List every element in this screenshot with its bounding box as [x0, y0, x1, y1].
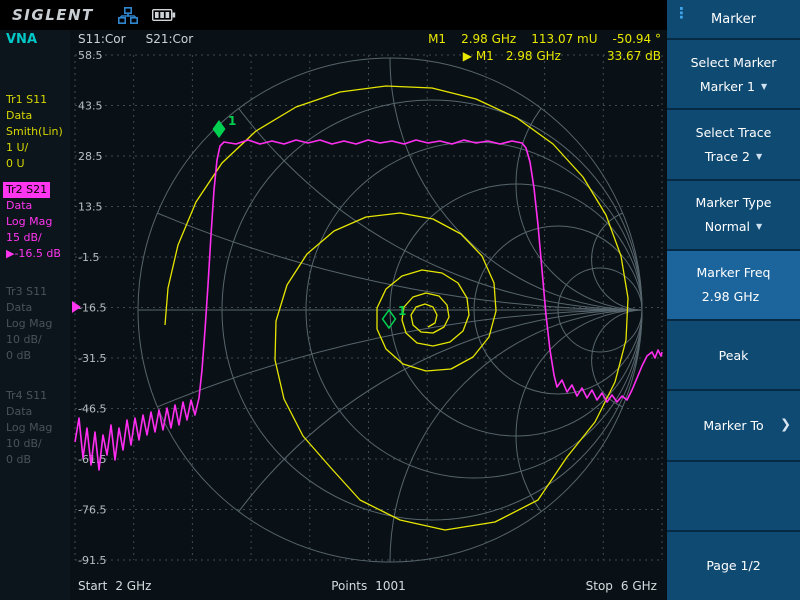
trace-title: Tr3 S11 [6, 284, 70, 300]
marker-label: 1 [398, 304, 406, 318]
trace-info-tr3[interactable]: Tr3 S11 Data Log Mag 10 dB/ 0 dB [6, 284, 70, 364]
svg-text:-1.5: -1.5 [78, 251, 99, 264]
svg-text:-76.5: -76.5 [78, 504, 106, 517]
svg-text:13.5: 13.5 [78, 201, 103, 214]
trace-title: Tr4 S11 [6, 388, 70, 404]
menu-item-marker-freq[interactable]: Marker Freq 2.98 GHz [667, 249, 800, 319]
chevron-right-icon: ❯ [780, 418, 791, 433]
battery-icon [152, 8, 176, 22]
vna-screen: SIGLENT VNA Tr1 S11 [0, 0, 800, 600]
smith-chart-plot: 58.543.528.513.5-1.5-16.5-31.5-46.5-61.5… [70, 30, 667, 600]
svg-text:43.5: 43.5 [78, 100, 103, 113]
chevron-down-icon: ▼ [756, 152, 762, 161]
marker1-readout-tr1: M1 2.98 GHz 113.07 mU -50.94 ° [428, 32, 661, 46]
svg-text:-91.5: -91.5 [78, 554, 106, 567]
menu-header: ⋮ Marker [667, 0, 800, 38]
menu-item-page[interactable]: Page 1/2 [667, 530, 800, 600]
svg-text:58.5: 58.5 [78, 49, 103, 62]
svg-text:-16.5: -16.5 [78, 302, 106, 315]
lan-icon [118, 7, 138, 24]
marker-diamond [383, 310, 396, 328]
chevron-down-icon: ▼ [756, 222, 762, 231]
trace-info-tr1[interactable]: Tr1 S11 Data Smith(Lin) 1 U/ 0 U [6, 92, 70, 172]
menu-item-marker-type[interactable]: Marker Type Normal▼ [667, 179, 800, 249]
s11-cor-status: S11:Cor [78, 32, 126, 46]
mode-label: VNA [6, 32, 70, 48]
menu-title: Marker [711, 12, 756, 27]
marker-label: 1 [228, 114, 236, 128]
svg-text:28.5: 28.5 [78, 150, 103, 163]
softkey-menu: ⋮ Marker Select Marker Marker 1▼ Select … [667, 0, 800, 600]
trace-tr1 [165, 86, 628, 530]
trace-title: Tr2 S21 [3, 182, 50, 198]
stop-freq: Stop6 GHz [586, 579, 657, 593]
marker-diamond [213, 120, 226, 138]
menu-item-marker-to[interactable]: Marker To ❯ [667, 389, 800, 459]
start-freq: Start2 GHz [78, 579, 151, 593]
status-bar: S11:Cor S21:Cor M1 2.98 GHz 113.07 mU -5… [78, 32, 661, 46]
menu-item-select-trace[interactable]: Select Trace Trace 2▼ [667, 108, 800, 178]
menu-item-peak[interactable]: Peak [667, 319, 800, 389]
trace-info-tr2[interactable]: Tr2 S21 Data Log Mag 15 dB/ ▶-16.5 dB [6, 182, 70, 262]
y-axis-labels: 58.543.528.513.5-1.5-16.5-31.5-46.5-61.5… [78, 49, 106, 567]
sweep-info-bar: Start2 GHz Points1001 Stop6 GHz [78, 579, 657, 593]
sweep-points: Points1001 [331, 579, 406, 593]
menu-grip-icon: ⋮ [674, 8, 689, 18]
menu-item-blank[interactable] [667, 460, 800, 530]
marker1-readout-tr2: ▶ M1 2.98 GHz 33.67 dB [463, 49, 661, 63]
chevron-down-icon: ▼ [761, 82, 767, 91]
plot-area: S11:Cor S21:Cor M1 2.98 GHz 113.07 mU -5… [70, 30, 667, 600]
svg-text:-46.5: -46.5 [78, 403, 106, 416]
trace-info-tr4[interactable]: Tr4 S11 Data Log Mag 10 dB/ 0 dB [6, 388, 70, 468]
svg-text:-31.5: -31.5 [78, 352, 106, 365]
siglent-logo: SIGLENT [12, 6, 94, 24]
menu-item-select-marker[interactable]: Select Marker Marker 1▼ [667, 38, 800, 108]
trace-title: Tr1 S11 [6, 92, 70, 108]
s21-cor-status: S21:Cor [146, 32, 194, 46]
top-bar: SIGLENT [0, 0, 667, 30]
rect-grid [75, 55, 662, 560]
trace-sidebar: VNA Tr1 S11 Data Smith(Lin) 1 U/ 0 U Tr2… [0, 30, 70, 600]
